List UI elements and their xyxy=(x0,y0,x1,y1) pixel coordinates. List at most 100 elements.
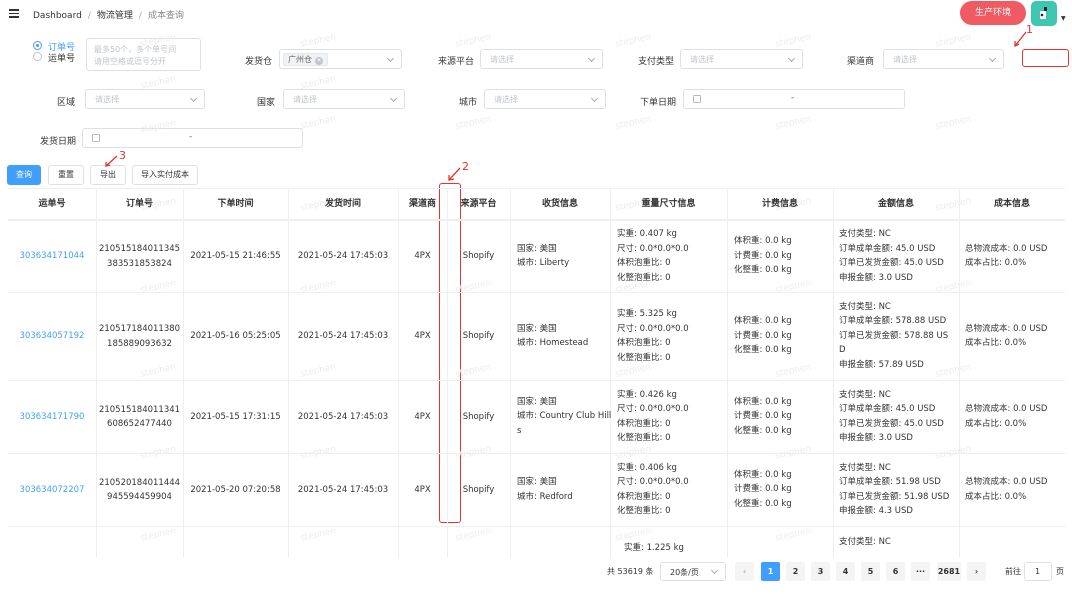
page-number-button[interactable]: 2681 xyxy=(937,562,961,581)
page-number-button[interactable]: 3 xyxy=(811,562,830,581)
table-cell: 申报金额: 4.3 USD xyxy=(839,506,913,516)
page-number-button[interactable]: 6 xyxy=(886,562,905,581)
radio-waybill-number-label[interactable]: 运单号 xyxy=(48,51,75,64)
table-cell: D xyxy=(839,345,846,356)
country-select[interactable]: 请选择 xyxy=(283,89,405,109)
waybill-link[interactable]: 303634072207 xyxy=(8,483,96,498)
carrier-select[interactable]: 请选择 xyxy=(883,49,1004,69)
row-divider xyxy=(8,453,1065,454)
table-cell: 4PX xyxy=(414,484,431,495)
page-number-button[interactable]: 5 xyxy=(861,562,880,581)
table-cell: 城市: Homestead xyxy=(517,338,589,348)
table-cell: 国家: 美国 xyxy=(517,477,557,487)
table-cell: 成本占比: 0.0% xyxy=(965,491,1027,502)
page-size-select[interactable]: 20条/页 xyxy=(660,562,726,581)
table-cell: 实重: 0.426 kg xyxy=(617,389,677,400)
region-label: 区域 xyxy=(57,98,76,108)
query-button[interactable]: 查询 xyxy=(7,165,41,185)
watermark-text: stephen xyxy=(934,114,973,132)
tag-close-icon[interactable]: ✕ xyxy=(315,57,323,65)
table-cell: 订单成单金额: 45.0 USD xyxy=(839,404,936,414)
page-number-button[interactable]: 1 xyxy=(761,562,780,581)
table-cell: 计费重: 0.0 kg xyxy=(734,330,792,341)
breadcrumb-logistics[interactable]: 物流管理 xyxy=(97,11,133,21)
order-date-range[interactable]: - xyxy=(683,89,905,109)
ship-date-range[interactable]: - xyxy=(82,128,303,148)
waybill-link[interactable]: 303634057192 xyxy=(8,329,96,344)
radio-order-number[interactable] xyxy=(33,41,42,50)
chevron-down-icon xyxy=(389,94,398,103)
table-cell: 化整重: 0.0 kg xyxy=(734,498,792,509)
table-cell: 国家: 美国 xyxy=(517,243,557,254)
reset-button[interactable]: 重置 xyxy=(48,165,84,185)
page-number-button[interactable]: 2 xyxy=(786,562,805,581)
watermark-text: stephen xyxy=(614,114,653,132)
chevron-down-icon xyxy=(988,54,997,63)
ship-date-label: 发货日期 xyxy=(40,137,77,147)
table-cell: 成本占比: 0.0% xyxy=(965,338,1027,348)
watermark-text: stephen xyxy=(299,526,338,544)
next-page-button[interactable]: › xyxy=(967,562,986,581)
table-cell: 化整泡重比: 0 xyxy=(617,272,671,283)
table-cell: 支付类型: NC xyxy=(839,301,891,312)
watermark-text: stephen xyxy=(934,362,973,380)
column-divider xyxy=(833,188,834,558)
table-cell: 4PX xyxy=(414,411,431,422)
page-number-button[interactable]: 4 xyxy=(836,562,855,581)
warehouse-select[interactable]: 广州仓 ✕ xyxy=(279,49,402,69)
page-number-button[interactable]: ··· xyxy=(911,562,930,581)
table-cell: 210517184011380 xyxy=(98,324,181,334)
column-header: 来源平台 xyxy=(460,199,497,209)
table-cell: 尺寸: 0.0*0.0*0.0 xyxy=(617,477,689,487)
prev-page-button[interactable]: ‹ xyxy=(735,562,754,581)
export-button[interactable]: 导出 xyxy=(90,165,126,185)
table-cell: 尺寸: 0.0*0.0*0.0 xyxy=(617,323,689,334)
column-header: 下单时间 xyxy=(217,199,254,209)
table-cell: 2021-05-15 21:46:55 xyxy=(190,251,281,261)
breadcrumb-dashboard[interactable]: Dashboard xyxy=(33,11,82,21)
pay-type-select[interactable]: 请选择 xyxy=(680,49,803,69)
avatar[interactable] xyxy=(1031,1,1057,26)
table-cell: 实重: 5.325 kg xyxy=(617,309,677,319)
column-header: 收货信息 xyxy=(541,199,578,209)
region-select[interactable]: 请选择 xyxy=(85,89,205,109)
import-cost-button[interactable]: 导入实付成本 xyxy=(132,165,198,185)
environment-button[interactable]: 生产环境 xyxy=(960,1,1026,25)
table-cell: 成本占比: 0.0% xyxy=(965,258,1027,268)
chevron-down-icon xyxy=(386,54,395,63)
calendar-icon xyxy=(693,95,701,103)
user-menu-caret-icon[interactable]: ▼ xyxy=(1061,15,1066,22)
table-cell: 成本占比: 0.0% xyxy=(965,418,1027,429)
annotation-arrow-2 xyxy=(448,167,461,181)
radio-waybill-number[interactable] xyxy=(33,52,42,61)
table-cell: 申报金额: 57.89 USD xyxy=(839,359,924,370)
table-cell: 订单已发货金额: 51.98 USD xyxy=(839,491,950,502)
table-cell: 实重: 0.406 kg xyxy=(617,462,677,473)
source-platform-select[interactable]: 请选择 xyxy=(480,49,603,69)
table-cell: 化整泡重比: 0 xyxy=(617,433,671,443)
goto-page-input[interactable]: 1 xyxy=(1024,562,1052,581)
waybill-link[interactable]: 303634171790 xyxy=(8,410,96,425)
city-select[interactable]: 请选择 xyxy=(484,89,606,109)
table-cell: 2021-05-20 07:20:58 xyxy=(190,484,281,495)
waybill-link[interactable]: 303634171044 xyxy=(8,249,96,264)
annotation-box-2 xyxy=(439,183,461,523)
table-cell: 化整重: 0.0 kg xyxy=(734,345,792,356)
country-placeholder: 请选择 xyxy=(293,95,317,104)
column-divider xyxy=(183,188,184,558)
watermark-text: stephen xyxy=(454,32,493,50)
table-cell: 总物流成本: 0.0 USD xyxy=(965,323,1048,334)
watermark-text: stephen xyxy=(139,362,178,380)
table-cell: 4PX xyxy=(414,251,431,261)
table-cell: 订单成单金额: 578.88 USD xyxy=(839,316,947,327)
watermark-text: stephen xyxy=(934,32,973,50)
table-cell: 申报金额: 3.0 USD xyxy=(839,433,913,443)
watermark-text: stephen xyxy=(774,32,813,50)
table-cell: 总物流成本: 0.0 USD xyxy=(965,243,1048,254)
menu-toggle-icon[interactable] xyxy=(9,9,19,18)
table-cell: 支付类型: NC xyxy=(839,537,891,547)
watermark-text: stephen xyxy=(774,526,813,544)
goto-suffix: 页 xyxy=(1056,567,1064,576)
table-cell: 订单成单金额: 51.98 USD xyxy=(839,477,941,487)
source-platform-placeholder: 请选择 xyxy=(490,55,514,64)
